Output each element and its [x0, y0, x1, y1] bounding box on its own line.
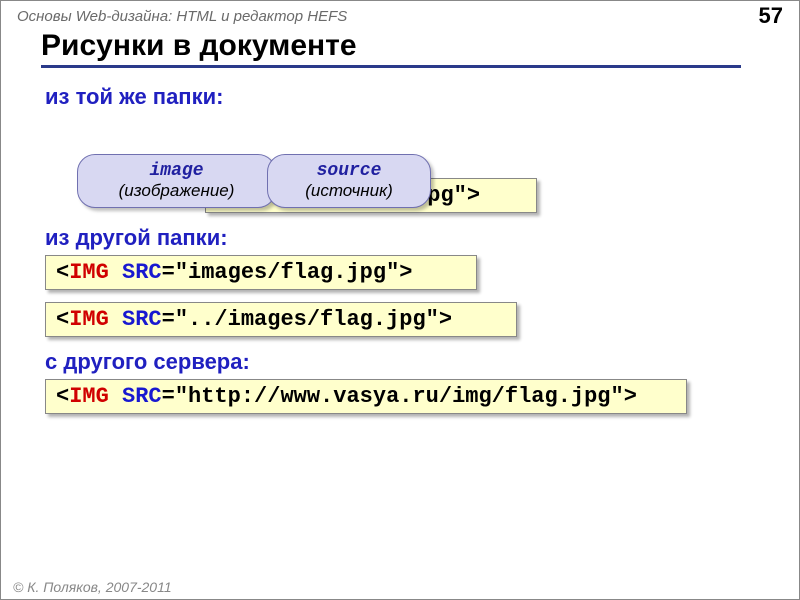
code-tag: IMG: [69, 307, 109, 332]
code-value: "../images/flag.jpg": [175, 307, 439, 332]
code-parent-folder: <IMG SRC="../images/flag.jpg">: [45, 302, 517, 337]
code-gt: >: [439, 307, 452, 332]
code-gt: >: [467, 183, 480, 208]
code-eq: =: [162, 384, 175, 409]
code-lt: <: [56, 384, 69, 409]
callout-image: image (изображение): [77, 154, 276, 208]
code-tag: IMG: [69, 384, 109, 409]
code-eq: =: [162, 307, 175, 332]
content-area: из той же папки: image (изображение) sou…: [1, 68, 799, 414]
callout-source-term: source: [284, 161, 414, 181]
callout-source: source (источник): [267, 154, 431, 208]
code-eq: =: [162, 260, 175, 285]
slide: Основы Web-дизайна: HTML и редактор HEFS…: [0, 0, 800, 600]
section-other-server: с другого сервера:: [45, 349, 769, 375]
callout-image-term: image: [94, 161, 259, 181]
header-bar: Основы Web-дизайна: HTML и редактор HEFS…: [1, 1, 799, 29]
code-subfolder: <IMG SRC="images/flag.jpg">: [45, 255, 477, 290]
code-attr: SRC: [122, 307, 162, 332]
slide-title: Рисунки в документе: [41, 29, 741, 68]
code-lt: <: [56, 260, 69, 285]
code-attr: SRC: [122, 260, 162, 285]
page-number: 57: [759, 3, 783, 29]
callout-source-translation: (источник): [284, 181, 414, 201]
footer-copyright: © К. Поляков, 2007-2011: [13, 579, 172, 595]
code-remote-server: <IMG SRC="http://www.vasya.ru/img/flag.j…: [45, 379, 687, 414]
header-title: Основы Web-дизайна: HTML и редактор HEFS: [17, 8, 347, 25]
callout-image-translation: (изображение): [94, 181, 259, 201]
code-tag: IMG: [69, 260, 109, 285]
code-value: "images/flag.jpg": [175, 260, 399, 285]
code-gt: >: [399, 260, 412, 285]
section-other-folder: из другой папки:: [45, 225, 769, 251]
code-attr: SRC: [122, 384, 162, 409]
section-same-folder: из той же папки:: [45, 84, 769, 110]
code-value: "http://www.vasya.ru/img/flag.jpg": [175, 384, 624, 409]
code-gt: >: [624, 384, 637, 409]
code-lt: <: [56, 307, 69, 332]
